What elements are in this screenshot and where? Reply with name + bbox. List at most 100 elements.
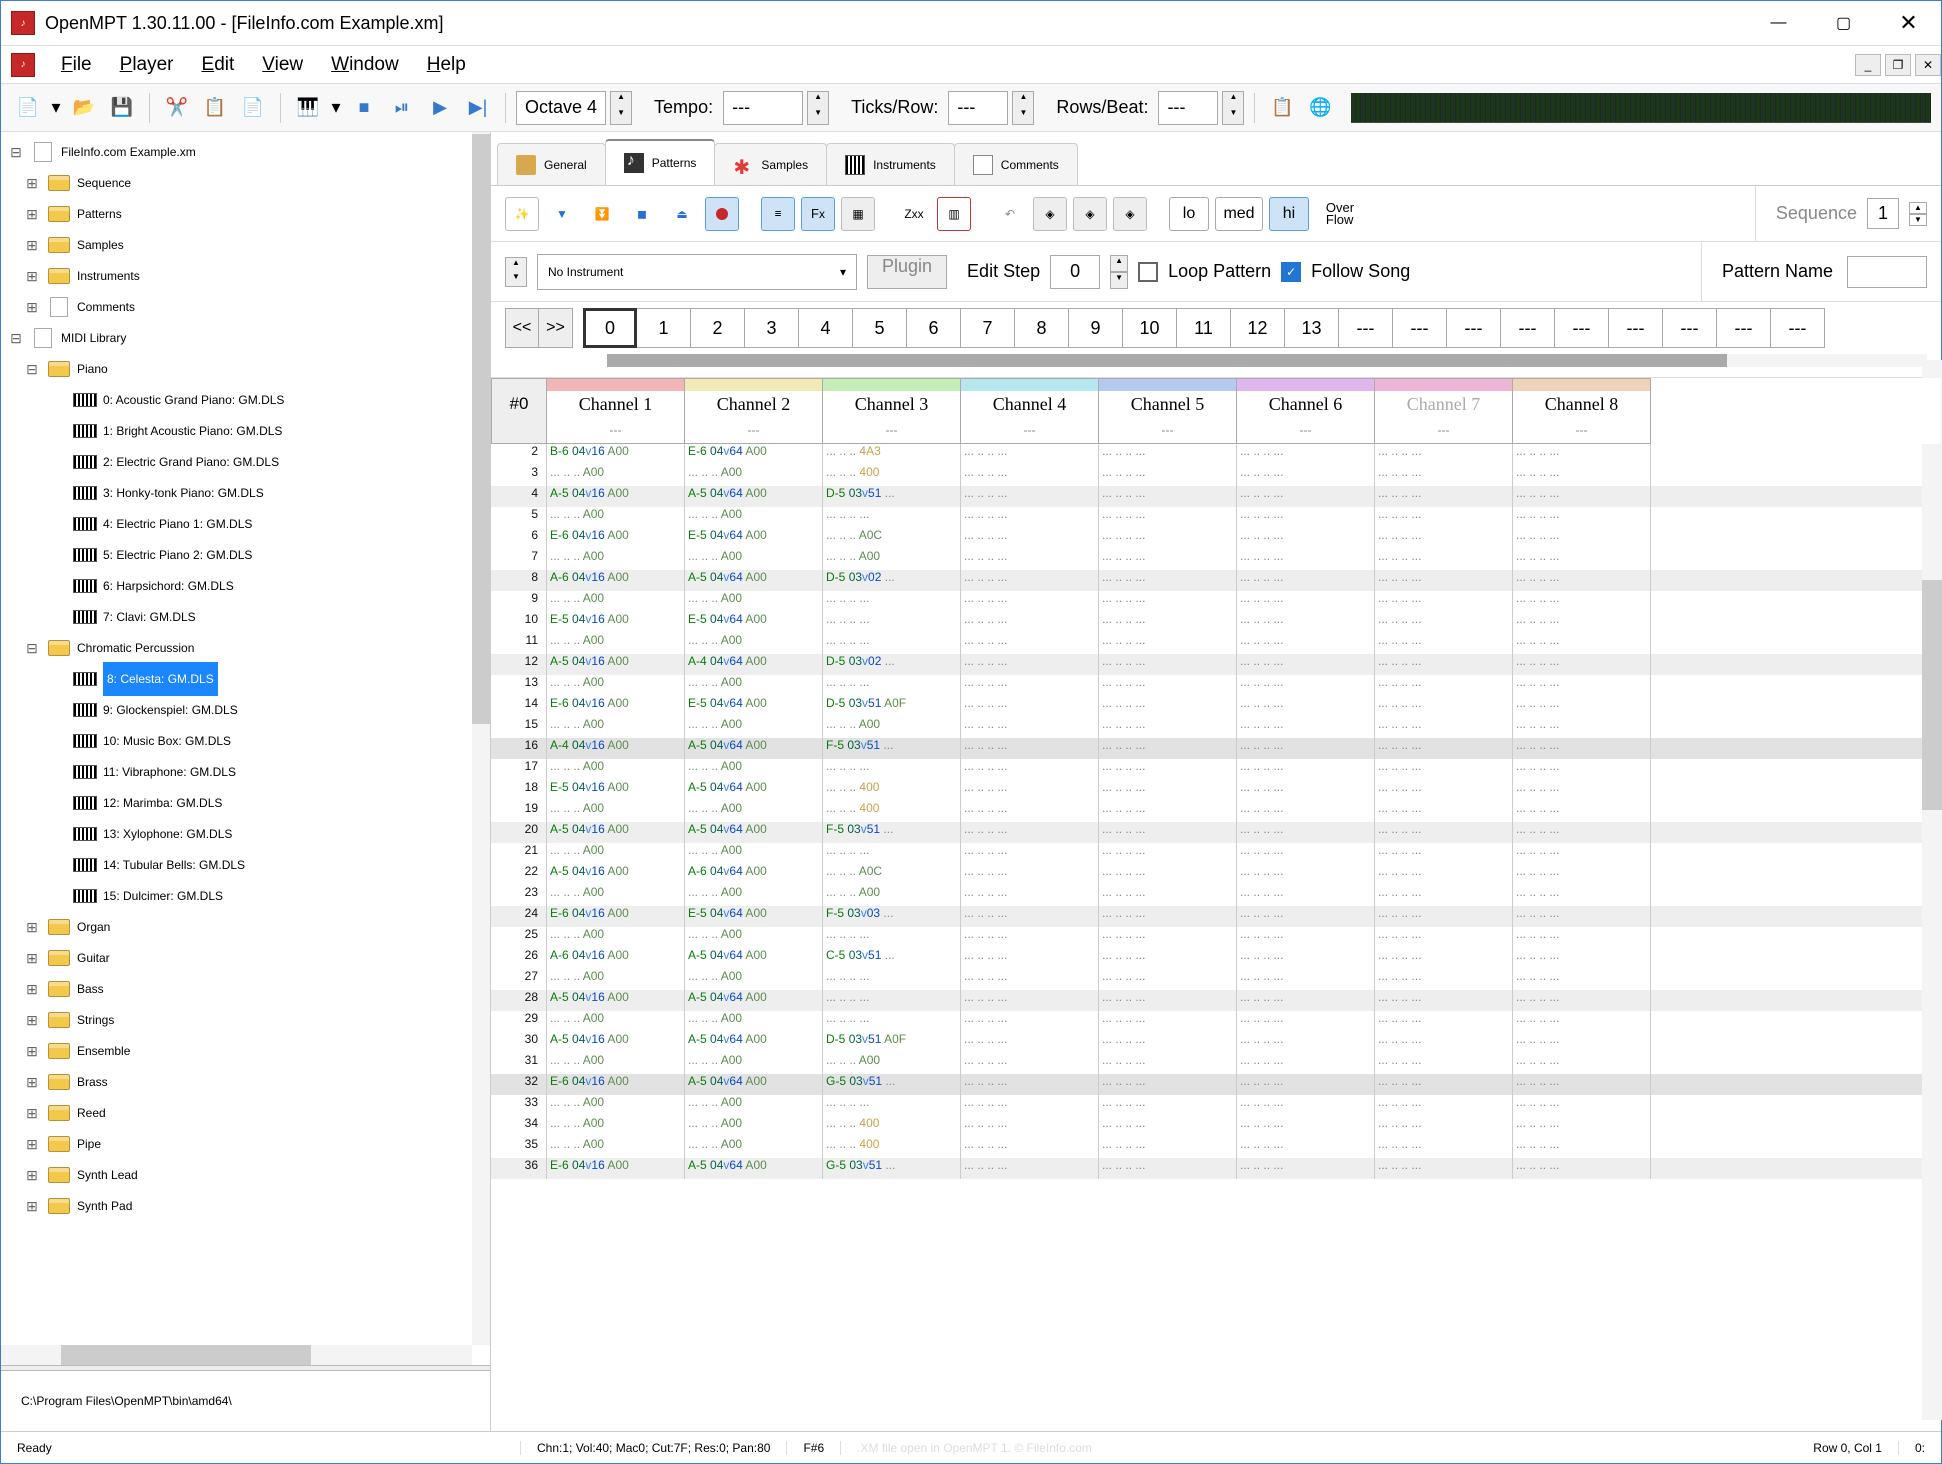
cut-button[interactable]: ✂️ [160, 91, 194, 125]
open-button[interactable]: 📂 [67, 91, 101, 125]
instrument-combo[interactable]: No Instrument▾ [537, 254, 857, 290]
tab-general[interactable]: General [497, 143, 606, 185]
order-cell[interactable]: --- [1609, 308, 1663, 348]
overflow-toggle[interactable]: Over Flow [1315, 197, 1365, 231]
pattern-row[interactable]: 9 ... .. .. A00 ... .. .. A00 ... .. .. … [491, 591, 1941, 612]
pattern-row[interactable]: 3 ... .. .. A00 ... .. .. A00 ... .. .. … [491, 465, 1941, 486]
channel-header[interactable]: Channel 3--- [823, 378, 961, 444]
save-button[interactable]: 💾 [105, 91, 139, 125]
order-next[interactable]: >> [539, 308, 573, 348]
sequence-spin[interactable]: ▲▼ [1909, 202, 1927, 226]
pattern-row[interactable]: 12 A-5 04v16 A00 A-4 04v64 A00 D-5 03v02… [491, 654, 1941, 675]
pattern-row[interactable]: 5 ... .. .. A00 ... .. .. A00 ... .. .. … [491, 507, 1941, 528]
mdi-restore[interactable]: ❐ [1885, 54, 1911, 76]
pattern-row[interactable]: 22 A-5 04v16 A00 A-6 04v64 A00 ... .. ..… [491, 864, 1941, 885]
chord-button[interactable]: ▥ [937, 197, 971, 231]
menu-view[interactable]: View [248, 50, 317, 80]
pattern-editor[interactable]: #0 Channel 1--- Channel 2--- Channel 3--… [491, 378, 1941, 1431]
mdi-close[interactable]: ✕ [1915, 54, 1941, 76]
tree-item[interactable]: 0: Acoustic Grand Piano: GM.DLS [7, 384, 484, 415]
order-cell[interactable]: 11 [1177, 308, 1231, 348]
menu-file[interactable]: File [47, 50, 106, 80]
tree-item[interactable]: 14: Tubular Bells: GM.DLS [7, 849, 484, 880]
order-cell[interactable]: --- [1663, 308, 1717, 348]
pattern-row[interactable]: 2 B-6 04v16 A00 E-6 04v64 A00 ... .. .. … [491, 444, 1941, 465]
play-row-button[interactable]: ▼ [545, 197, 579, 231]
new-dropdown[interactable]: ▾ [49, 91, 63, 125]
tree-vscroll[interactable] [472, 132, 490, 1345]
channel-header[interactable]: Channel 5--- [1099, 378, 1237, 444]
tree-item[interactable]: ⊞Patterns [7, 198, 484, 229]
channel-header[interactable]: Channel 2--- [685, 378, 823, 444]
midi-button[interactable]: 🎹 [291, 91, 325, 125]
rows-value[interactable]: --- [1158, 91, 1218, 125]
order-cell[interactable]: 7 [961, 308, 1015, 348]
detail-lo[interactable]: lo [1169, 197, 1209, 231]
pattern-row[interactable]: 32 E-6 04v16 A00 A-5 04v64 A00 G-5 03v51… [491, 1074, 1941, 1095]
ticks-spin[interactable]: ▲▼ [1012, 91, 1034, 125]
order-cell[interactable]: 3 [745, 308, 799, 348]
pattern-row[interactable]: 14 E-6 04v16 A00 E-5 04v64 A00 D-5 03v51… [491, 696, 1941, 717]
cleanup3-button[interactable]: ◈ [1113, 197, 1147, 231]
menu-window[interactable]: Window [317, 50, 413, 80]
tree-item[interactable]: 15: Dulcimer: GM.DLS [7, 880, 484, 911]
stop-pattern-button[interactable]: ◼ [625, 197, 659, 231]
order-cell[interactable]: --- [1771, 308, 1825, 348]
tree-item[interactable]: ⊟Chromatic Percussion [7, 632, 484, 663]
channel-header[interactable]: Channel 8--- [1513, 378, 1651, 444]
tree-item[interactable]: ⊞Comments [7, 291, 484, 322]
stop-icon[interactable]: ■ [347, 91, 381, 125]
pattern-row[interactable]: 11 ... .. .. A00 ... .. .. A00 ... .. ..… [491, 633, 1941, 654]
pattern-row[interactable]: 4 A-5 04v16 A00 A-5 04v64 A00 D-5 03v51 … [491, 486, 1941, 507]
pattern-row[interactable]: 25 ... .. .. A00 ... .. .. A00 ... .. ..… [491, 927, 1941, 948]
setup-button[interactable]: 📋 [1265, 91, 1299, 125]
plugin-button[interactable]: Plugin [867, 255, 947, 289]
edit-step-spin[interactable]: ▲▼ [1110, 255, 1128, 289]
order-cell[interactable]: --- [1447, 308, 1501, 348]
mdi-minimize[interactable]: _ [1855, 54, 1881, 76]
tab-instruments[interactable]: Instruments [826, 143, 955, 185]
pattern-row[interactable]: 17 ... .. .. A00 ... .. .. A00 ... .. ..… [491, 759, 1941, 780]
midi-dropdown[interactable]: ▾ [329, 91, 343, 125]
record-button[interactable] [705, 197, 739, 231]
order-cell[interactable]: 12 [1231, 308, 1285, 348]
pattern-vscroll[interactable] [1922, 360, 1941, 1420]
ticks-value[interactable]: --- [948, 91, 1008, 125]
order-prev[interactable]: << [505, 308, 539, 348]
tree-item[interactable]: ⊞Sequence [7, 167, 484, 198]
minimize-button[interactable]: — [1746, 1, 1811, 46]
order-cell[interactable]: 13 [1285, 308, 1339, 348]
pattern-row[interactable]: 26 A-6 04v16 A00 A-5 04v64 A00 C-5 03v51… [491, 948, 1941, 969]
pattern-row[interactable]: 27 ... .. .. A00 ... .. .. A00 ... .. ..… [491, 969, 1941, 990]
order-cell[interactable]: --- [1501, 308, 1555, 348]
new-pattern-button[interactable]: ✨ [505, 197, 539, 231]
order-cell[interactable]: 10 [1123, 308, 1177, 348]
new-button[interactable]: 📄 [11, 91, 45, 125]
tree-item[interactable]: 1: Bright Acoustic Piano: GM.DLS [7, 415, 484, 446]
tree-item[interactable]: ⊞Reed [7, 1097, 484, 1128]
tree-item[interactable]: 8: Celesta: GM.DLS [7, 663, 484, 694]
play-icon[interactable]: ▶ [423, 91, 457, 125]
edit-step-value[interactable]: 0 [1050, 255, 1100, 289]
tree-item[interactable]: 4: Electric Piano 1: GM.DLS [7, 508, 484, 539]
octave-combo[interactable]: Octave 4 [516, 91, 606, 125]
tree-item[interactable]: ⊞Brass [7, 1066, 484, 1097]
loop-checkbox[interactable] [1138, 262, 1158, 282]
play-next-icon[interactable]: ▶| [461, 91, 495, 125]
tree-item[interactable]: 12: Marimba: GM.DLS [7, 787, 484, 818]
copy-button[interactable]: 📋 [198, 91, 232, 125]
tree-item[interactable]: ⊞Bass [7, 973, 484, 1004]
pattern-row[interactable]: 23 ... .. .. A00 ... .. .. A00 ... .. ..… [491, 885, 1941, 906]
order-cell[interactable]: --- [1339, 308, 1393, 348]
pattern-row[interactable]: 6 E-6 04v16 A00 E-5 04v64 A00 ... .. .. … [491, 528, 1941, 549]
cleanup2-button[interactable]: ◈ [1073, 197, 1107, 231]
channel-header[interactable]: Channel 7--- [1375, 378, 1513, 444]
pattern-row[interactable]: 16 A-4 04v16 A00 A-5 04v64 A00 F-5 03v51… [491, 738, 1941, 759]
order-cell[interactable]: --- [1555, 308, 1609, 348]
tree-item[interactable]: ⊞Strings [7, 1004, 484, 1035]
menu-help[interactable]: Help [413, 50, 480, 80]
paste-button[interactable]: 📄 [236, 91, 270, 125]
pattern-row[interactable]: 36 E-6 04v16 A00 A-5 04v64 A00 G-5 03v51… [491, 1158, 1941, 1179]
pattern-row[interactable]: 8 A-6 04v16 A00 A-5 04v64 A00 D-5 03v02 … [491, 570, 1941, 591]
tree-item[interactable]: ⊟FileInfo.com Example.xm [7, 136, 484, 167]
